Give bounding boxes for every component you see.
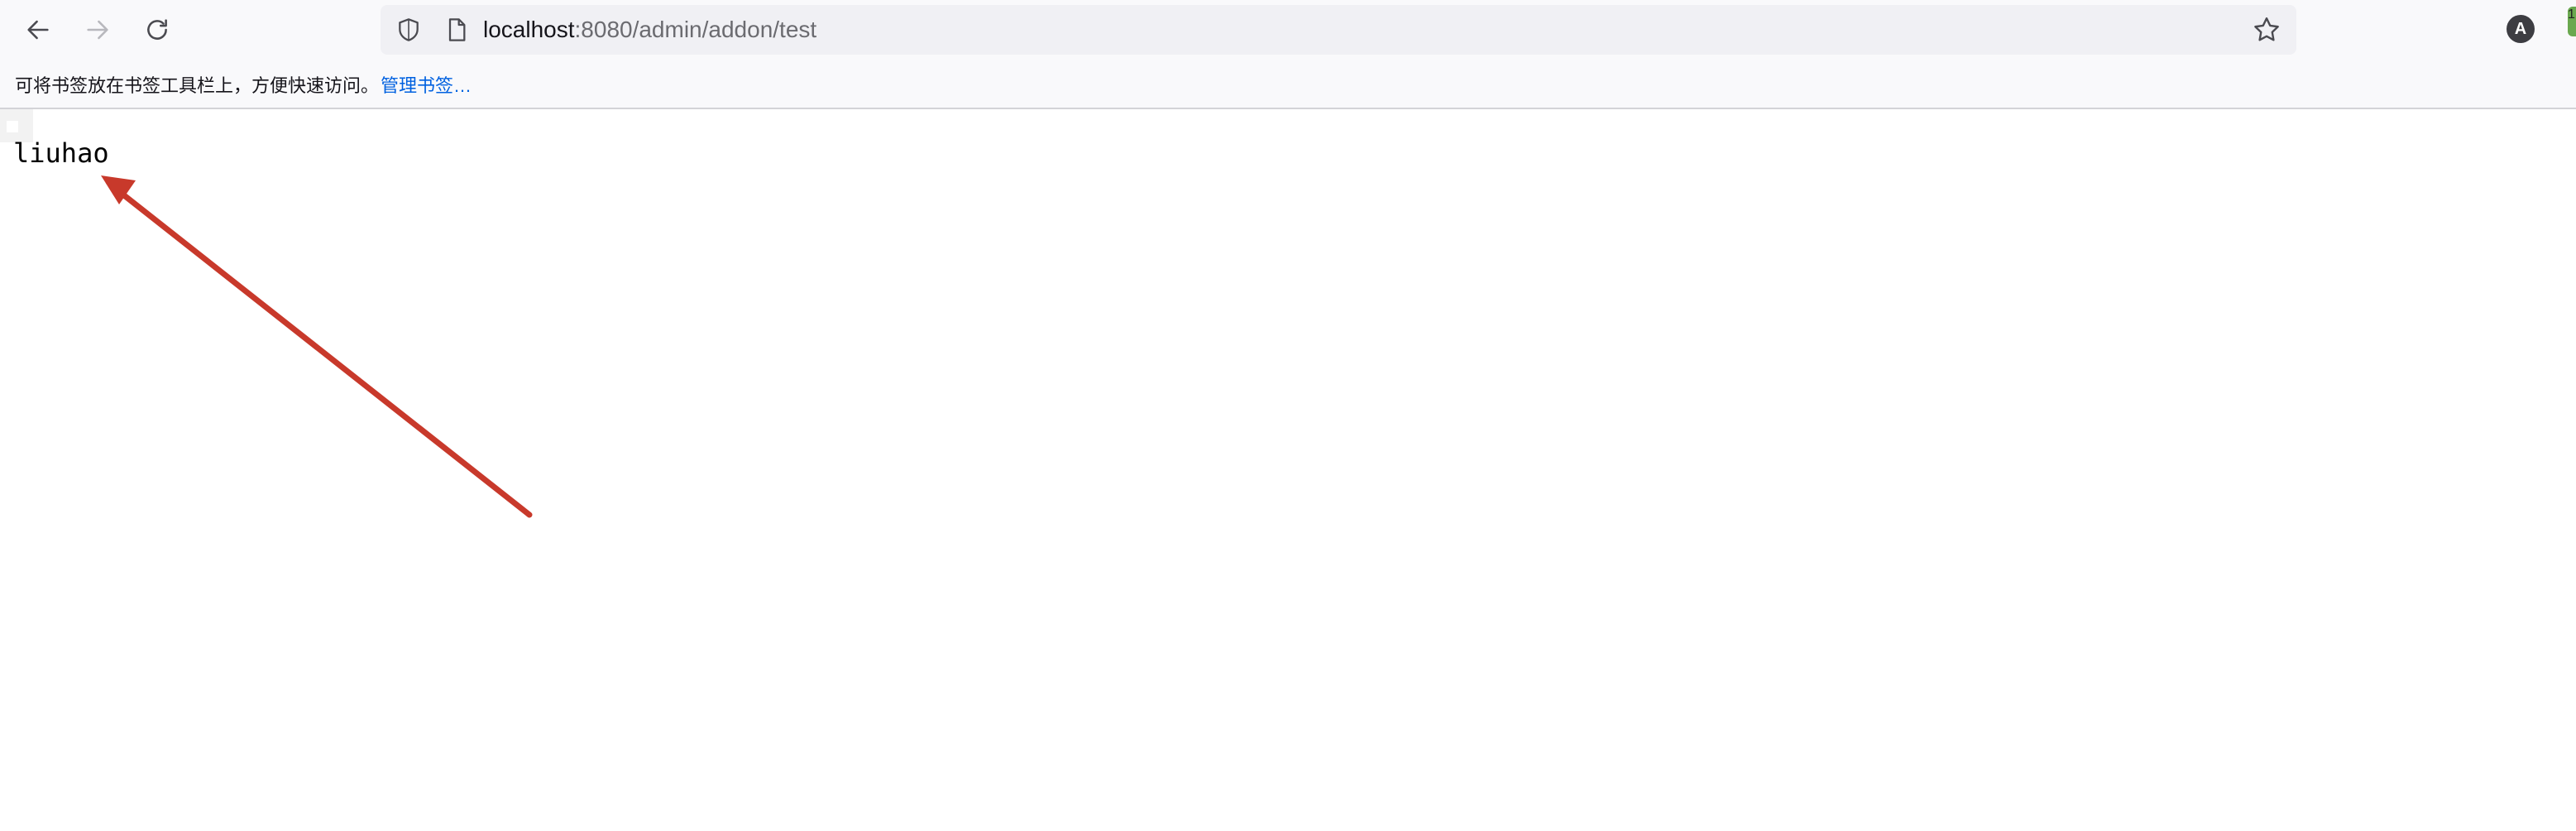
- page-icon[interactable]: [443, 17, 470, 43]
- star-icon[interactable]: [2252, 15, 2282, 45]
- url-text[interactable]: localhost:8080/admin/addon/test: [483, 5, 816, 55]
- page-content: liuhao: [0, 109, 2576, 831]
- arrow-right-icon: [87, 20, 108, 40]
- arrow-left-icon: [27, 20, 49, 40]
- forward-button[interactable]: [74, 7, 121, 53]
- browser-window: localhost:8080/admin/addon/test A 1 可将书签…: [0, 0, 2576, 831]
- account-avatar[interactable]: A: [2507, 15, 2535, 43]
- shield-icon[interactable]: [395, 17, 422, 43]
- reload-button[interactable]: [134, 7, 180, 53]
- page-body-text: liuhao: [13, 137, 109, 169]
- reload-icon: [147, 19, 167, 40]
- manage-bookmarks-link[interactable]: 管理书签…: [381, 75, 472, 96]
- extension-icon[interactable]: 1: [2568, 7, 2576, 36]
- back-button[interactable]: [15, 7, 61, 53]
- toolbar: localhost:8080/admin/addon/test A 1: [0, 0, 2576, 60]
- url-host: localhost: [483, 17, 575, 42]
- address-bar[interactable]: localhost:8080/admin/addon/test: [381, 5, 2296, 55]
- bookmarks-hint-text: 可将书签放在书签工具栏上，方便快速访问。: [15, 75, 380, 96]
- url-path: :8080/admin/addon/test: [574, 17, 817, 42]
- bookmarks-bar: 可将书签放在书签工具栏上，方便快速访问。管理书签…: [0, 60, 2576, 109]
- bookmarks-hint: 可将书签放在书签工具栏上，方便快速访问。管理书签…: [15, 71, 472, 98]
